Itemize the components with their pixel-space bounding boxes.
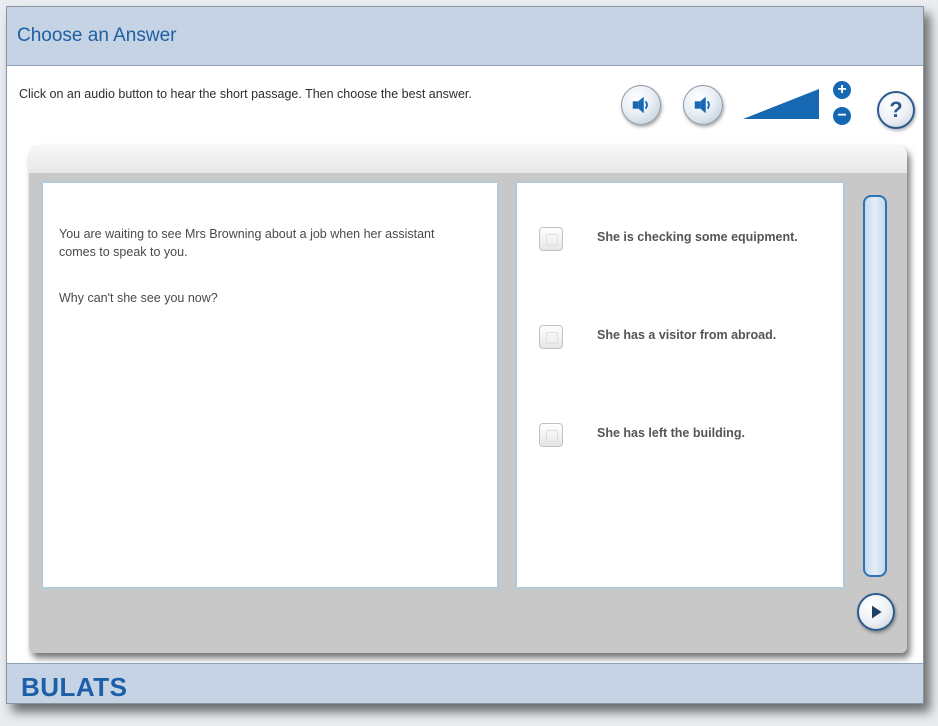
answer-checkbox[interactable] [539, 227, 563, 251]
frame-header [29, 145, 907, 173]
speaker-icon [694, 96, 710, 114]
play-arrow-icon [872, 605, 882, 619]
answers-panel: She is checking some equipment. She has … [515, 181, 845, 589]
help-button[interactable]: ? [877, 91, 915, 129]
scrollbar[interactable] [863, 195, 887, 577]
brand-logo: BULATS [21, 672, 128, 702]
answer-label: She has left the building. [597, 426, 745, 440]
answer-checkbox[interactable] [539, 423, 563, 447]
speaker-icon [632, 96, 648, 114]
question-text: Why can't she see you now? [59, 291, 218, 305]
content-frame: You are waiting to see Mrs Browning abou… [29, 145, 907, 653]
audio-button-2[interactable] [683, 85, 723, 125]
page-title: Choose an Answer [17, 25, 177, 46]
answer-option[interactable]: She has left the building. [539, 423, 839, 447]
volume-up-button[interactable]: + [833, 81, 851, 99]
title-bar: Choose an Answer [7, 7, 923, 66]
answer-option[interactable]: She is checking some equipment. [539, 227, 839, 251]
audio-button-1[interactable] [621, 85, 661, 125]
answer-option[interactable]: She has a visitor from abroad. [539, 325, 839, 349]
instruction-text: Click on an audio button to hear the sho… [19, 87, 472, 101]
footer-bar: BULATS [7, 663, 923, 703]
passage-panel: You are waiting to see Mrs Browning abou… [41, 181, 499, 589]
volume-down-button[interactable]: − [833, 107, 851, 125]
passage-text: You are waiting to see Mrs Browning abou… [59, 227, 435, 259]
answer-label: She has a visitor from abroad. [597, 328, 777, 342]
volume-level-icon[interactable] [743, 89, 819, 119]
answer-checkbox[interactable] [539, 325, 563, 349]
next-button[interactable] [857, 593, 895, 631]
answer-label: She is checking some equipment. [597, 230, 798, 244]
test-window: Choose an Answer Click on an audio butto… [6, 6, 924, 704]
